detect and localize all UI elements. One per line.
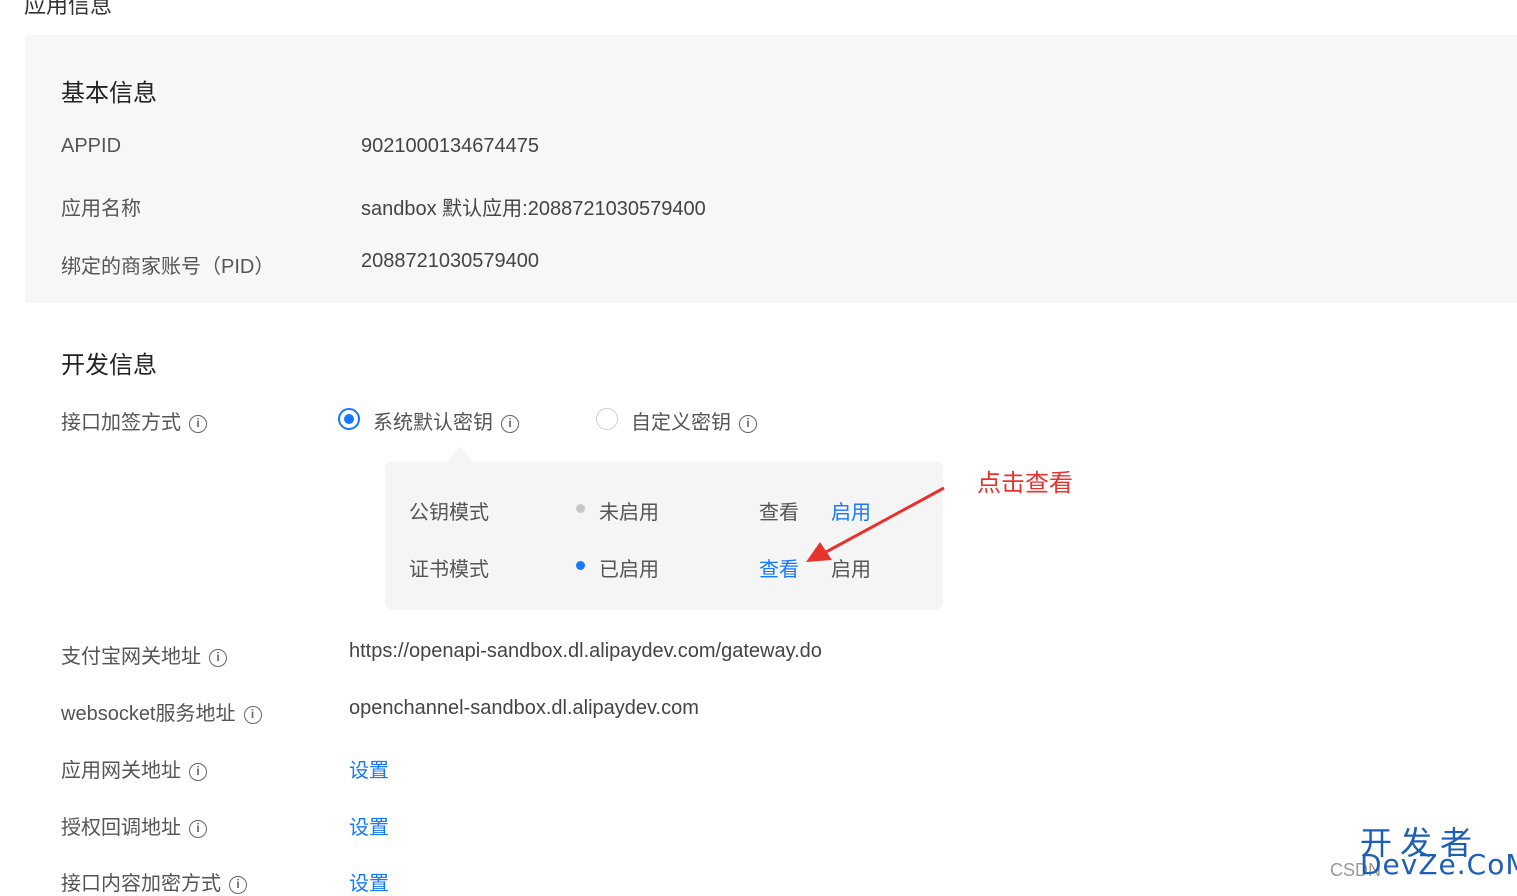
info-icon[interactable]: i — [739, 414, 757, 433]
websocket-row: websocket服务地址 i — [61, 697, 262, 726]
cert-mode-label: 证书模式 — [409, 559, 489, 581]
watermark-devze: DevZe.CoM — [1360, 848, 1517, 881]
app-gateway-label: 应用网关地址 — [61, 760, 181, 782]
pid-label: 绑定的商家账号（PID） — [61, 256, 275, 278]
system-default-key-label: 系统默认密钥 — [373, 412, 493, 434]
gateway-label: 支付宝网关地址 — [61, 646, 201, 668]
app-gateway-row: 应用网关地址 i — [61, 754, 207, 783]
info-icon[interactable]: i — [189, 819, 207, 838]
app-name-label: 应用名称 — [61, 198, 141, 220]
encryption-set-link[interactable]: 设置 — [349, 867, 389, 896]
encryption-row: 接口内容加密方式 i — [61, 867, 247, 896]
websocket-label: websocket服务地址 — [61, 703, 236, 725]
annotation-arrow — [806, 486, 945, 562]
app-name-value: sandbox 默认应用:2088721030579400 — [361, 198, 706, 220]
public-key-status: 未启用 — [599, 502, 659, 524]
cert-mode-status: 已启用 — [599, 559, 659, 581]
public-key-view-button[interactable]: 查看 — [759, 496, 799, 525]
dev-info-title: 开发信息 — [61, 352, 157, 379]
appid-label: APPID — [61, 135, 122, 157]
info-icon[interactable]: i — [189, 762, 207, 781]
info-icon[interactable]: i — [243, 705, 262, 724]
radio-custom-key[interactable] — [596, 408, 618, 430]
appid-value: 9021000134674475 — [361, 135, 539, 157]
pid-value: 2088721030579400 — [361, 250, 539, 272]
custom-key-label: 自定义密钥 — [631, 412, 731, 434]
status-dot-inactive — [576, 504, 585, 513]
status-dot-active — [576, 561, 585, 570]
info-icon[interactable]: i — [501, 414, 519, 433]
gateway-value: https://openapi-sandbox.dl.alipaydev.com… — [349, 640, 822, 662]
auth-callback-set-link[interactable]: 设置 — [349, 811, 389, 840]
auth-callback-row: 授权回调地址 i — [61, 811, 207, 840]
system-default-key-option[interactable]: 系统默认密钥 i — [373, 406, 519, 435]
auth-callback-label: 授权回调地址 — [61, 817, 181, 839]
cert-view-link[interactable]: 查看 — [759, 553, 799, 582]
info-icon[interactable]: i — [189, 414, 207, 433]
sign-method-row: 接口加签方式 i — [61, 406, 207, 435]
gateway-row: 支付宝网关地址 i — [61, 640, 227, 669]
radio-system-default-key[interactable] — [338, 408, 360, 430]
info-icon[interactable]: i — [229, 875, 247, 894]
info-icon[interactable]: i — [209, 648, 227, 667]
encryption-label: 接口内容加密方式 — [61, 873, 221, 895]
public-key-mode-label: 公钥模式 — [409, 502, 489, 524]
app-gateway-set-link[interactable]: 设置 — [349, 754, 389, 783]
websocket-value: openchannel-sandbox.dl.alipaydev.com — [349, 697, 699, 719]
basic-info-title: 基本信息 — [61, 80, 157, 107]
annotation-text: 点击查看 — [977, 470, 1073, 497]
custom-key-option[interactable]: 自定义密钥 i — [631, 406, 757, 435]
page-title: 应用信息 — [24, 0, 113, 18]
sign-method-label: 接口加签方式 — [61, 412, 181, 434]
popover-arrow — [446, 447, 474, 461]
